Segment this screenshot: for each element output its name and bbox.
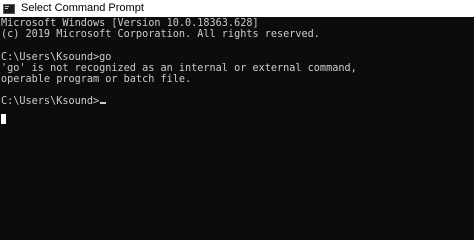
title-bar[interactable]: Select Command Prompt bbox=[0, 0, 474, 17]
prompt-line[interactable]: C:\Users\Ksound> bbox=[1, 96, 473, 107]
console-line: 'go' is not recognized as an internal or… bbox=[1, 62, 357, 74]
console-output[interactable]: Microsoft Windows [Version 10.0.18363.62… bbox=[1, 18, 473, 240]
console-line: Microsoft Windows [Version 10.0.18363.62… bbox=[1, 18, 259, 29]
command-prompt-window[interactable]: Select Command Prompt Microsoft Windows … bbox=[0, 0, 474, 240]
console-line: C:\Users\Ksound>go bbox=[1, 51, 112, 63]
text-cursor bbox=[100, 102, 107, 105]
cmd-icon[interactable] bbox=[3, 3, 15, 14]
console-line: (c) 2019 Microsoft Corporation. All righ… bbox=[1, 29, 320, 41]
window-title: Select Command Prompt bbox=[21, 2, 144, 14]
selection-cursor bbox=[1, 114, 6, 124]
console-line: operable program or batch file. bbox=[1, 73, 192, 85]
prompt-text: C:\Users\Ksound> bbox=[1, 96, 100, 108]
